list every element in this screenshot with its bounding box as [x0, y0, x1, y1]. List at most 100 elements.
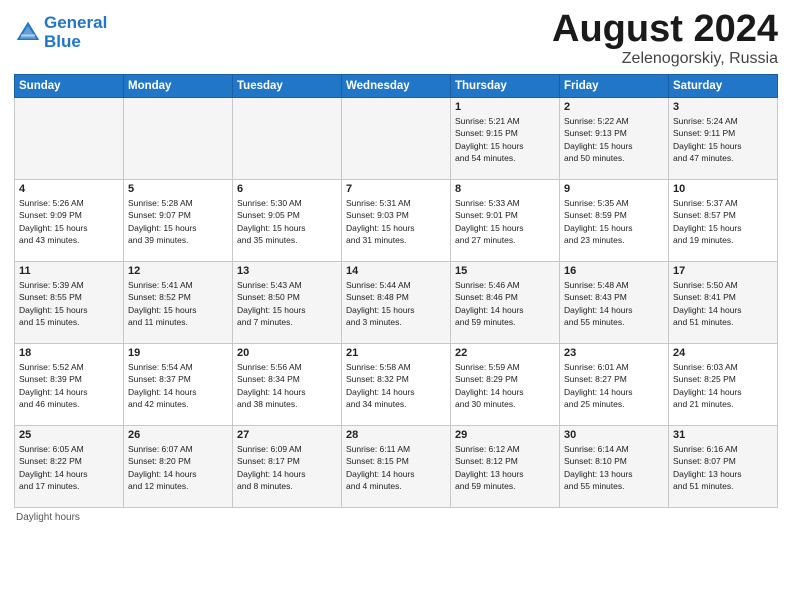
day-info: Sunrise: 5:35 AM Sunset: 8:59 PM Dayligh…: [564, 197, 664, 246]
day-info: Sunrise: 5:41 AM Sunset: 8:52 PM Dayligh…: [128, 279, 228, 328]
day-number: 14: [346, 265, 446, 277]
day-info: Sunrise: 6:12 AM Sunset: 8:12 PM Dayligh…: [455, 443, 555, 492]
day-info: Sunrise: 6:14 AM Sunset: 8:10 PM Dayligh…: [564, 443, 664, 492]
calendar-cell: 3 Sunrise: 5:24 AM Sunset: 9:11 PM Daylig…: [669, 98, 778, 180]
calendar-cell: 16Sunrise: 5:48 AM Sunset: 8:43 PM Dayli…: [560, 262, 669, 344]
header-day-tuesday: Tuesday: [233, 75, 342, 98]
day-number: 25: [19, 429, 119, 441]
day-info: Sunrise: 5:52 AM Sunset: 8:39 PM Dayligh…: [19, 361, 119, 410]
day-number: 18: [19, 347, 119, 359]
calendar-cell: 7Sunrise: 5:31 AM Sunset: 9:03 PM Daylig…: [342, 180, 451, 262]
day-number: 21: [346, 347, 446, 359]
day-info: Sunrise: 5:22 AM Sunset: 9:13 PM Dayligh…: [564, 115, 664, 164]
calendar-cell: 18 Sunrise: 5:52 AM Sunset: 8:39 PM Dayli…: [15, 344, 124, 426]
day-number: 15: [455, 265, 555, 277]
calendar-cell: 6Sunrise: 5:30 AM Sunset: 9:05 PM Daylig…: [233, 180, 342, 262]
day-info: Sunrise: 5:24 AM Sunset: 9:11 PM Dayligh…: [673, 115, 773, 164]
header-day-wednesday: Wednesday: [342, 75, 451, 98]
day-info: Sunrise: 5:33 AM Sunset: 9:01 PM Dayligh…: [455, 197, 555, 246]
calendar-cell: 14 Sunrise: 5:44 AM Sunset: 8:48 PM Dayli…: [342, 262, 451, 344]
day-number: 4: [19, 183, 119, 195]
calendar-cell: 29 Sunrise: 6:12 AM Sunset: 8:12 PM Dayli…: [451, 426, 560, 508]
day-info: Sunrise: 6:11 AM Sunset: 8:15 PM Dayligh…: [346, 443, 446, 492]
day-number: 30: [564, 429, 664, 441]
calendar-cell: 15 Sunrise: 5:46 AM Sunset: 8:46 PM Dayli…: [451, 262, 560, 344]
calendar-cell: 28 Sunrise: 6:11 AM Sunset: 8:15 PM Dayli…: [342, 426, 451, 508]
logo: General Blue: [14, 14, 107, 51]
calendar-cell: 1 Sunrise: 5:21 AM Sunset: 9:15 PM Daylig…: [451, 98, 560, 180]
calendar-cell: [233, 98, 342, 180]
calendar-cell: 25 Sunrise: 6:05 AM Sunset: 8:22 PM Dayli…: [15, 426, 124, 508]
calendar-cell: 4 Sunrise: 5:26 AM Sunset: 9:09 PM Daylig…: [15, 180, 124, 262]
calendar-cell: 17 Sunrise: 5:50 AM Sunset: 8:41 PM Dayli…: [669, 262, 778, 344]
day-number: 16: [564, 265, 664, 277]
calendar-cell: 8 Sunrise: 5:33 AM Sunset: 9:01 PM Daylig…: [451, 180, 560, 262]
day-info: Sunrise: 5:37 AM Sunset: 8:57 PM Dayligh…: [673, 197, 773, 246]
day-number: 7: [346, 183, 446, 195]
calendar-cell: 30 Sunrise: 6:14 AM Sunset: 8:10 PM Dayli…: [560, 426, 669, 508]
day-number: 13: [237, 265, 337, 277]
header-day-monday: Monday: [124, 75, 233, 98]
day-info: Sunrise: 5:21 AM Sunset: 9:15 PM Dayligh…: [455, 115, 555, 164]
calendar-cell: 21 Sunrise: 5:58 AM Sunset: 8:32 PM Dayli…: [342, 344, 451, 426]
day-info: Sunrise: 5:50 AM Sunset: 8:41 PM Dayligh…: [673, 279, 773, 328]
day-info: Sunrise: 5:46 AM Sunset: 8:46 PM Dayligh…: [455, 279, 555, 328]
day-info: Sunrise: 6:09 AM Sunset: 8:17 PM Dayligh…: [237, 443, 337, 492]
calendar-cell: 23 Sunrise: 6:01 AM Sunset: 8:27 PM Dayli…: [560, 344, 669, 426]
calendar-cell: [15, 98, 124, 180]
header-day-sunday: Sunday: [15, 75, 124, 98]
day-info: Sunrise: 5:54 AM Sunset: 8:37 PM Dayligh…: [128, 361, 228, 410]
day-info: Sunrise: 5:39 AM Sunset: 8:55 PM Dayligh…: [19, 279, 119, 328]
day-number: 23: [564, 347, 664, 359]
header-day-friday: Friday: [560, 75, 669, 98]
day-number: 24: [673, 347, 773, 359]
day-number: 11: [19, 265, 119, 277]
day-info: Sunrise: 6:05 AM Sunset: 8:22 PM Dayligh…: [19, 443, 119, 492]
calendar-cell: 12Sunrise: 5:41 AM Sunset: 8:52 PM Dayli…: [124, 262, 233, 344]
day-number: 3: [673, 101, 773, 113]
logo-text: General Blue: [44, 14, 107, 51]
day-info: Sunrise: 6:07 AM Sunset: 8:20 PM Dayligh…: [128, 443, 228, 492]
calendar-cell: 10Sunrise: 5:37 AM Sunset: 8:57 PM Dayli…: [669, 180, 778, 262]
day-info: Sunrise: 5:26 AM Sunset: 9:09 PM Dayligh…: [19, 197, 119, 246]
day-number: 17: [673, 265, 773, 277]
title-block: August 2024 Zelenogorskiy, Russia: [552, 10, 778, 68]
footer-note: Daylight hours: [14, 512, 778, 523]
day-info: Sunrise: 6:16 AM Sunset: 8:07 PM Dayligh…: [673, 443, 773, 492]
location-subtitle: Zelenogorskiy, Russia: [552, 50, 778, 68]
day-info: Sunrise: 5:43 AM Sunset: 8:50 PM Dayligh…: [237, 279, 337, 328]
day-info: Sunrise: 5:30 AM Sunset: 9:05 PM Dayligh…: [237, 197, 337, 246]
month-title: August 2024: [552, 10, 778, 48]
day-number: 31: [673, 429, 773, 441]
calendar-cell: 22Sunrise: 5:59 AM Sunset: 8:29 PM Dayli…: [451, 344, 560, 426]
calendar-body: 1 Sunrise: 5:21 AM Sunset: 9:15 PM Daylig…: [15, 98, 778, 508]
day-number: 9: [564, 183, 664, 195]
calendar-cell: 24Sunrise: 6:03 AM Sunset: 8:25 PM Dayli…: [669, 344, 778, 426]
header-day-thursday: Thursday: [451, 75, 560, 98]
day-number: 19: [128, 347, 228, 359]
day-info: Sunrise: 5:44 AM Sunset: 8:48 PM Dayligh…: [346, 279, 446, 328]
calendar-cell: 11 Sunrise: 5:39 AM Sunset: 8:55 PM Dayli…: [15, 262, 124, 344]
page-container: General Blue August 2024 Zelenogorskiy, …: [0, 0, 792, 529]
calendar-cell: 26Sunrise: 6:07 AM Sunset: 8:20 PM Dayli…: [124, 426, 233, 508]
day-number: 5: [128, 183, 228, 195]
day-number: 1: [455, 101, 555, 113]
calendar-cell: 20 Sunrise: 5:56 AM Sunset: 8:34 PM Dayli…: [233, 344, 342, 426]
day-info: Sunrise: 5:56 AM Sunset: 8:34 PM Dayligh…: [237, 361, 337, 410]
calendar-header: SundayMondayTuesdayWednesdayThursdayFrid…: [15, 75, 778, 98]
day-number: 29: [455, 429, 555, 441]
day-number: 20: [237, 347, 337, 359]
day-number: 8: [455, 183, 555, 195]
calendar-cell: 27 Sunrise: 6:09 AM Sunset: 8:17 PM Dayli…: [233, 426, 342, 508]
calendar-cell: 2 Sunrise: 5:22 AM Sunset: 9:13 PM Daylig…: [560, 98, 669, 180]
calendar-cell: 13 Sunrise: 5:43 AM Sunset: 8:50 PM Dayli…: [233, 262, 342, 344]
day-info: Sunrise: 5:59 AM Sunset: 8:29 PM Dayligh…: [455, 361, 555, 410]
calendar-cell: 19 Sunrise: 5:54 AM Sunset: 8:37 PM Dayli…: [124, 344, 233, 426]
day-number: 2: [564, 101, 664, 113]
day-info: Sunrise: 5:58 AM Sunset: 8:32 PM Dayligh…: [346, 361, 446, 410]
header: General Blue August 2024 Zelenogorskiy, …: [14, 10, 778, 68]
day-number: 28: [346, 429, 446, 441]
day-number: 27: [237, 429, 337, 441]
day-info: Sunrise: 5:28 AM Sunset: 9:07 PM Dayligh…: [128, 197, 228, 246]
day-info: Sunrise: 6:01 AM Sunset: 8:27 PM Dayligh…: [564, 361, 664, 410]
